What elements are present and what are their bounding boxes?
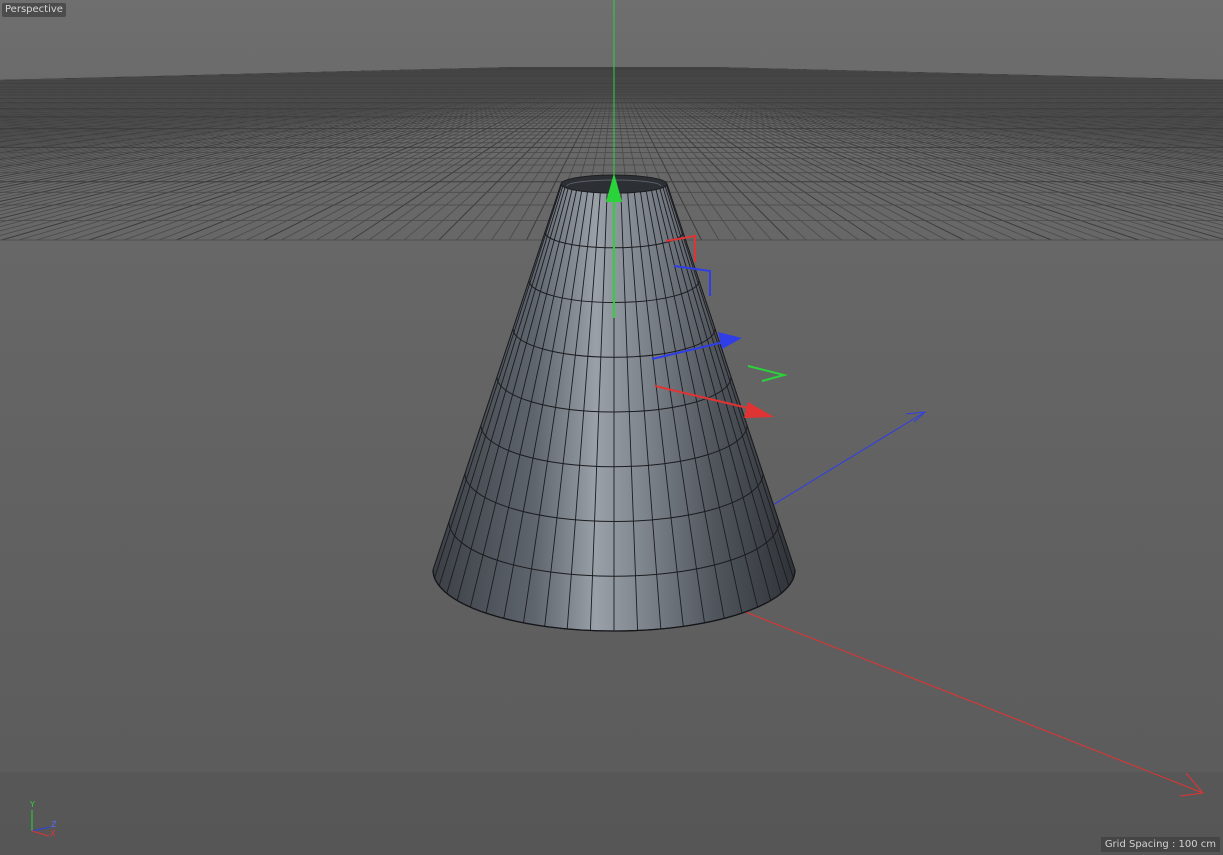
view-name-label[interactable]: Perspective	[2, 3, 66, 17]
axis-label-z: Z	[51, 820, 57, 829]
viewport-scene[interactable]	[0, 0, 1223, 855]
axis-indicator-icon: Y Z X	[22, 797, 62, 838]
floor-shadow-band	[0, 772, 1223, 855]
grid-spacing-readout: Grid Spacing : 100 cm	[1100, 837, 1220, 852]
perspective-viewport[interactable]: Perspective Y Z X Grid Spacing : 100 cm	[0, 0, 1223, 855]
axis-label-x: X	[50, 829, 56, 838]
axis-label-y: Y	[30, 800, 35, 809]
